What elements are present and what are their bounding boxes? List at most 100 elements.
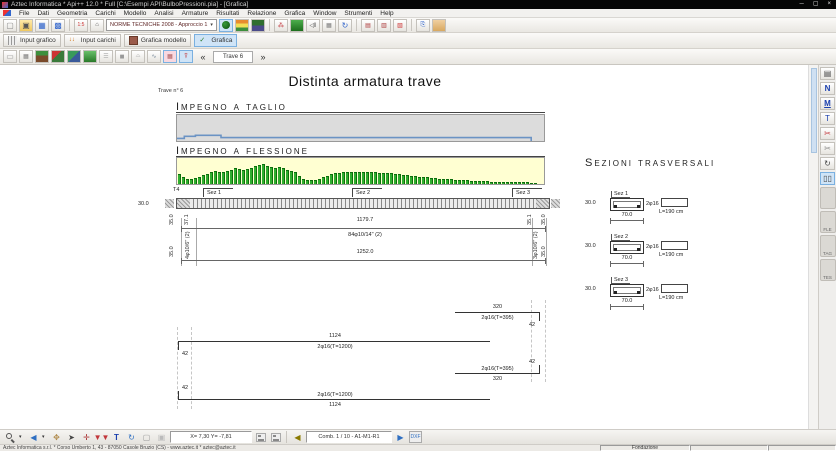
print-preview-icon[interactable]: ⎘ [416,19,430,32]
prev-beam-button[interactable]: « [195,50,211,63]
norms-dropdown[interactable]: NORME TECNICHE 2008 - Approccio 1 ▾ [106,19,217,31]
table-edit-icon[interactable]: ▥ [377,19,391,32]
view-section-icon[interactable]: ⌓ [131,50,145,63]
green-panel-icon[interactable] [290,19,304,32]
double-section-icon[interactable]: ▯▯ [820,172,835,185]
sheet-icon[interactable]: ▢ [140,431,153,443]
input-grafico-button[interactable]: Input grafico [3,34,61,47]
menu-help[interactable]: Help [376,10,397,17]
scrollbar-thumb[interactable] [811,68,817,153]
section3-rect [610,284,644,297]
table-report-icon[interactable]: ▤ [361,19,375,32]
export-dxf-icon[interactable]: DXF [409,431,422,443]
axial-force-icon[interactable]: N [820,82,835,95]
undo-view-icon[interactable]: ◀ [27,431,40,443]
sheet-preview-icon[interactable]: ▣ [155,431,168,443]
zoom-tool-icon[interactable] [4,431,17,443]
open-file-icon[interactable]: ▣ [19,19,33,32]
status-panel [690,445,768,451]
sound-icon[interactable]: ◁‖ [306,19,320,32]
table-delete-icon[interactable]: ▧ [393,19,407,32]
menu-analisi[interactable]: Analisi [150,10,177,17]
banner-fle-button[interactable]: FLE [820,211,836,233]
rebar2-hook [178,341,179,350]
flag-options-icon[interactable] [235,19,249,32]
steps-icon[interactable]: ⁂ [274,19,288,32]
view-3d-icon[interactable] [51,50,65,63]
menu-armature[interactable]: Armature [178,10,213,17]
status-bar: Aztec Informatica s.r.l. * Corso Umberto… [0,444,836,451]
model-icon [129,36,138,45]
zoom-dropdown-icon[interactable]: ▾ [19,434,25,440]
shear-icon[interactable]: T [820,112,835,125]
new-file-icon[interactable]: ▢ [3,19,17,32]
menu-file[interactable]: File [15,10,33,17]
banner-tag-button[interactable]: TAG [820,235,836,257]
text-tool-icon[interactable]: T [110,431,123,443]
minimize-button[interactable]: ─ [800,0,804,9]
sez2-marker: Sez 2 [352,188,382,197]
next-beam-button[interactable]: » [255,50,271,63]
vertical-scrollbar[interactable] [808,65,818,429]
menu-risultati[interactable]: Risultati [212,10,243,17]
menu-geometria[interactable]: Geometria [53,10,91,17]
units-icon[interactable]: 1:5 [74,19,88,32]
maximize-button[interactable]: ▢ [813,0,819,9]
left-bars-label: 4φ10/6" (2) [185,233,191,259]
refresh-icon[interactable]: ↻ [338,19,352,32]
snap-grid-icon[interactable] [254,431,267,443]
pan-hand-icon[interactable]: ✥ [50,431,63,443]
grafica-modello-button[interactable]: Grafica modello [124,34,192,47]
rebar1-length: 320 [470,304,525,310]
table-view-icon[interactable]: ▦ [163,50,177,63]
rebar-view-icon[interactable]: ⍒ [179,50,193,63]
prev-combination-icon[interactable]: ◀ [291,431,304,443]
sez3-marker: Sez 3 [512,188,542,197]
window-title: Aztec Informatica * Api++ 12.0 * Full [C… [11,0,248,9]
view-solid-icon[interactable]: ■ [115,50,129,63]
grafica-button[interactable]: ✓ Grafica [194,34,237,47]
menu-modello[interactable]: Modello [120,10,151,17]
cut-tool-icon[interactable]: ✂ [820,142,835,155]
input-carichi-button[interactable]: ↓↓ Input carichi [64,34,121,47]
section1-stirrup-rect [661,198,688,207]
scale-icon[interactable]: ⌂ [90,19,104,32]
undo-dropdown-icon[interactable]: ▾ [42,434,48,440]
select-rect-icon[interactable]: ▭ [3,50,17,63]
elevation-marks-icon[interactable]: ▼▼ [95,431,108,443]
save-all-icon[interactable]: ▩ [51,19,65,32]
tab-trave-6[interactable]: Trave 6 [213,51,253,63]
menu-strumenti[interactable]: Strumenti [340,10,376,17]
analysis-run-icon[interactable] [219,19,233,32]
select-cursor-icon[interactable]: ➤ [65,431,78,443]
banner-tes-button[interactable]: TES [820,259,836,281]
section1-name: Sez 1 [611,191,630,198]
snap-step-icon[interactable] [269,431,282,443]
mesh-icon[interactable]: ▦ [322,19,336,32]
menu-dati[interactable]: Dati [33,10,53,17]
redraw-icon[interactable]: ↻ [125,431,138,443]
view-deform-icon[interactable] [67,50,81,63]
cut-section-icon[interactable]: ✂ [820,127,835,140]
layers-icon[interactable] [35,50,49,63]
grid-toggle-icon[interactable]: ▦ [19,50,33,63]
measure-cursor-icon[interactable]: ✛ [80,431,93,443]
menu-relazione[interactable]: Relazione [243,10,280,17]
rotate-view-icon[interactable]: ↻ [820,157,835,170]
section3-stirrup-rect [661,284,688,293]
menu-grafica[interactable]: Grafica [280,10,309,17]
menu-window[interactable]: Window [309,10,340,17]
model-view-icon[interactable] [251,19,265,32]
bottom-dim-line [181,260,546,261]
view-moment-icon[interactable] [83,50,97,63]
menu-carichi[interactable]: Carichi [91,10,119,17]
export-icon[interactable] [432,19,446,32]
next-combination-icon[interactable]: ▶ [394,431,407,443]
view-wave-icon[interactable]: ∿ [147,50,161,63]
moment-icon[interactable]: M [820,97,835,110]
banner-button[interactable] [820,187,836,209]
save-icon[interactable]: ▦ [35,19,49,32]
view-lines-icon[interactable]: ☰ [99,50,113,63]
close-button[interactable]: × [827,0,831,9]
print-drawing-icon[interactable]: ▤ [820,67,835,80]
